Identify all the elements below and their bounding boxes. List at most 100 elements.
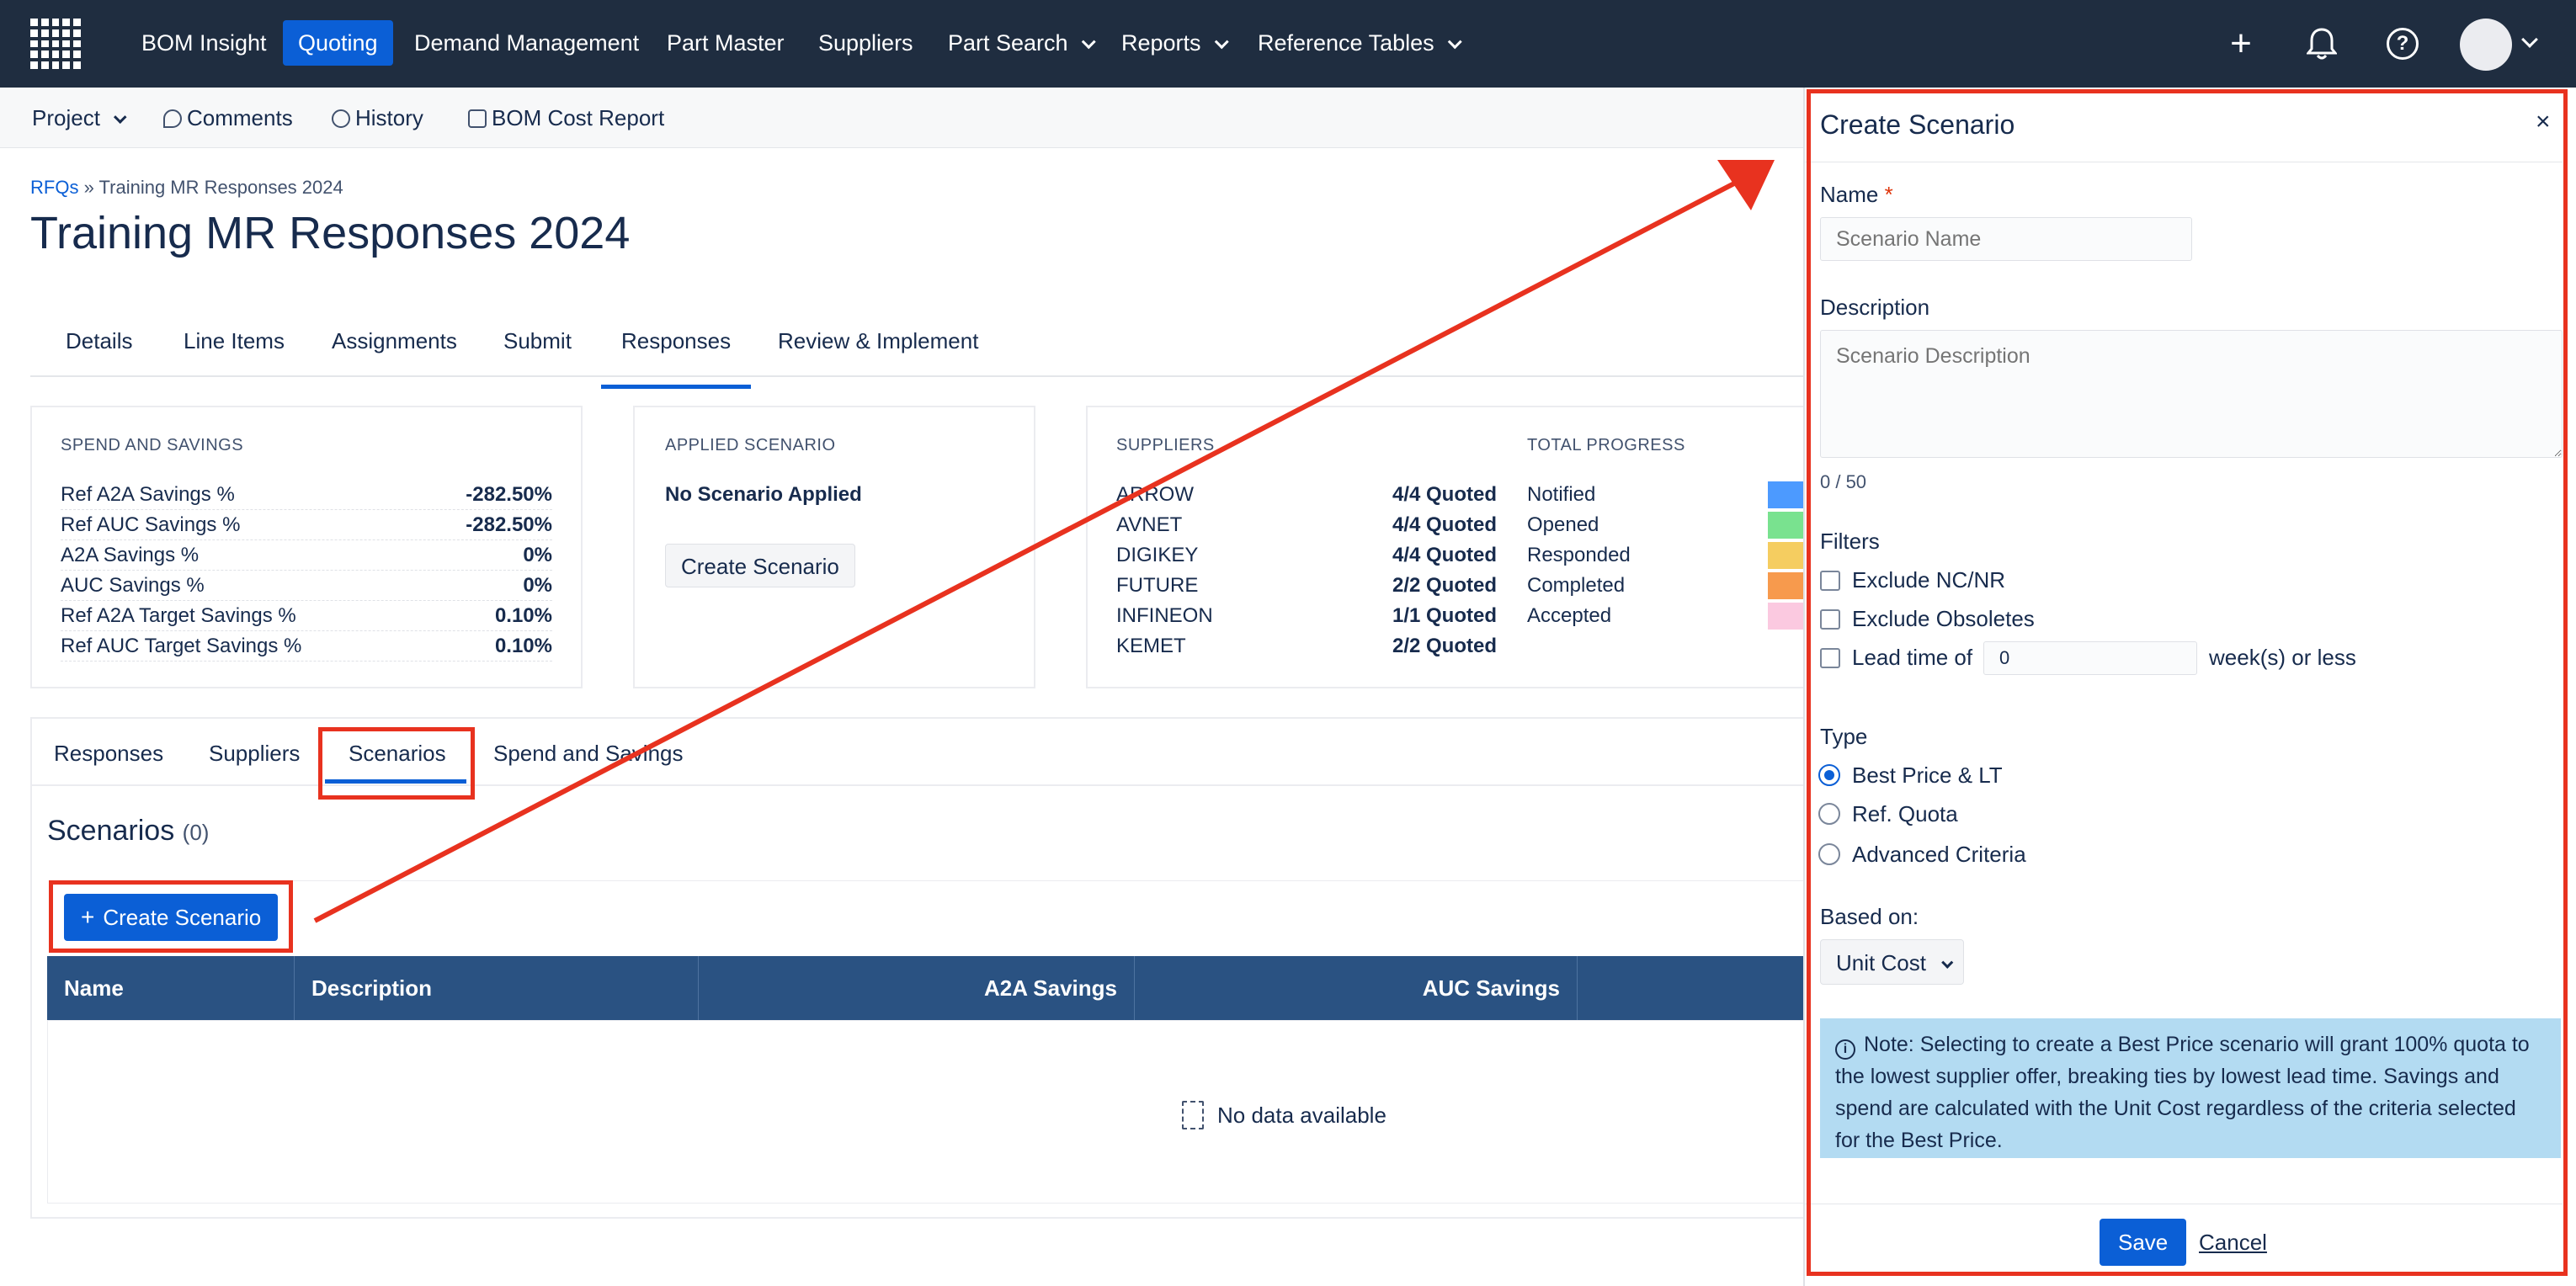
inner-tab-responses[interactable]: Responses [54,741,163,767]
filters-label: Filters [1820,529,1880,554]
annotation-arrow-head [1717,160,1775,210]
type-label-ref-quota: Ref. Quota [1852,801,1958,826]
lead-time-weeks-input[interactable] [1983,641,2197,675]
progress-swatch-opened [1768,512,1805,539]
based-on-select[interactable]: Unit Cost [1820,939,1964,985]
nav-reports-label: Reports [1121,30,1201,56]
inner-tab-spend-savings[interactable]: Spend and Savings [493,741,684,767]
scenarios-count: (0) [182,820,210,845]
tab-line-items[interactable]: Line Items [177,328,291,375]
progress-label: Notified [1527,483,1596,506]
column-header-name[interactable]: Name [47,956,295,1020]
help-icon-wrap[interactable]: ? [2381,22,2424,66]
main-tabs: Details Line Items Assignments Submit Re… [30,316,1807,389]
chevron-down-icon [1214,35,1229,50]
lead-time-checkbox[interactable] [1820,648,1840,668]
spend-value: 0% [523,574,552,597]
help-icon: ? [2387,28,2419,60]
tab-assignments[interactable]: Assignments [325,328,464,375]
breadcrumb-current: Training MR Responses 2024 [98,177,343,198]
comments-button[interactable]: Comments [163,88,293,148]
close-icon[interactable]: × [2536,108,2551,136]
spend-value: 0% [523,544,552,566]
type-radio-best-price[interactable] [1818,764,1840,786]
empty-state-text: No data available [1217,1103,1386,1128]
lead-time-suffix: week(s) or less [2209,645,2356,670]
supplier-name: INFINEON [1116,604,1213,627]
scenario-description-input[interactable] [1820,330,2563,458]
chevron-down-icon [1941,956,1954,969]
supplier-name: AVNET [1116,513,1183,536]
bom-cost-report-label: BOM Cost Report [492,105,665,130]
nav-quoting[interactable]: Quoting [283,20,393,66]
column-header-a2a-savings[interactable]: A2A Savings [699,956,1135,1020]
spend-label: Ref A2A Savings % [61,483,235,506]
supplier-status: 4/4 Quoted [1392,483,1497,506]
inner-tabs-divider [32,784,1805,786]
comments-label: Comments [187,105,293,130]
type-label-advanced: Advanced Criteria [1852,842,2026,867]
grid-logo-icon[interactable] [30,19,81,69]
bom-cost-report-button[interactable]: BOM Cost Report [468,88,664,148]
best-price-note: i Note: Selecting to create a Best Price … [1820,1018,2561,1158]
nav-suppliers[interactable]: Suppliers [803,20,929,66]
nav-demand-management[interactable]: Demand Management [399,20,654,66]
supplier-status: 2/2 Quoted [1392,635,1497,657]
bell-icon[interactable] [2300,22,2344,66]
scenario-name-input[interactable] [1820,217,2192,261]
tab-responses[interactable]: Responses [601,328,752,389]
nav-reference-tables-label: Reference Tables [1258,30,1434,56]
type-radio-advanced[interactable] [1818,843,1840,865]
spend-value: 0.10% [494,635,552,657]
create-scenario-card-button[interactable]: Create Scenario [665,544,855,587]
name-label-text: Name [1820,182,1879,207]
spend-label: AUC Savings % [61,574,205,597]
inner-tab-suppliers[interactable]: Suppliers [209,741,300,767]
column-header-auc-savings[interactable]: AUC Savings [1135,956,1578,1020]
name-label: Name * [1820,182,1893,208]
type-radio-ref-quota[interactable] [1818,803,1840,825]
annotation-box-create-button [49,880,293,953]
save-button[interactable]: Save [2100,1219,2187,1266]
exclude-ncnr-checkbox[interactable] [1820,571,1840,591]
empty-state: No data available [1182,1101,1386,1129]
tab-submit[interactable]: Submit [497,328,578,375]
suppliers-heading: SUPPLIERS [1116,436,1215,454]
required-marker: * [1884,182,1893,207]
scenarios-title: Scenarios (0) [47,815,209,848]
bell-svg [2307,28,2337,60]
project-menu[interactable]: Project [32,88,127,148]
exclude-obsoletes-checkbox[interactable] [1820,609,1840,630]
progress-label: Accepted [1527,604,1612,627]
nav-bom-insight[interactable]: BOM Insight [126,20,282,66]
chevron-down-icon[interactable] [2521,31,2538,48]
spend-label: Ref A2A Target Savings % [61,604,296,627]
tab-review-implement[interactable]: Review & Implement [771,328,985,375]
progress-label: Completed [1527,574,1626,597]
spend-label: Ref AUC Target Savings % [61,635,302,657]
progress-swatch-completed [1768,572,1805,599]
supplier-name: ARROW [1116,483,1194,506]
nav-reference-tables[interactable]: Reference Tables [1243,20,1472,66]
tab-details[interactable]: Details [59,328,139,375]
breadcrumb-rfqs-link[interactable]: RFQs [30,177,78,198]
plus-icon[interactable]: + [2219,22,2263,66]
scenarios-divider [49,880,1805,881]
nav-reports[interactable]: Reports [1106,20,1238,66]
nav-part-master[interactable]: Part Master [652,20,800,66]
supplier-status: 1/1 Quoted [1392,604,1497,627]
cancel-link[interactable]: Cancel [2199,1219,2267,1266]
spend-label: A2A Savings % [61,544,200,566]
progress-heading: TOTAL PROGRESS [1527,436,1685,454]
history-button[interactable]: History [332,88,423,148]
column-header-description[interactable]: Description [295,956,699,1020]
empty-document-icon [1182,1101,1204,1129]
supplier-name: DIGIKEY [1116,544,1199,566]
avatar[interactable] [2460,19,2512,71]
based-on-value: Unit Cost [1836,950,1926,975]
nav-part-search[interactable]: Part Search [933,20,1105,66]
spend-label: Ref AUC Savings % [61,513,241,536]
progress-swatch-responded [1768,542,1805,569]
progress-swatch-notified [1768,481,1805,508]
description-label: Description [1820,295,1930,320]
